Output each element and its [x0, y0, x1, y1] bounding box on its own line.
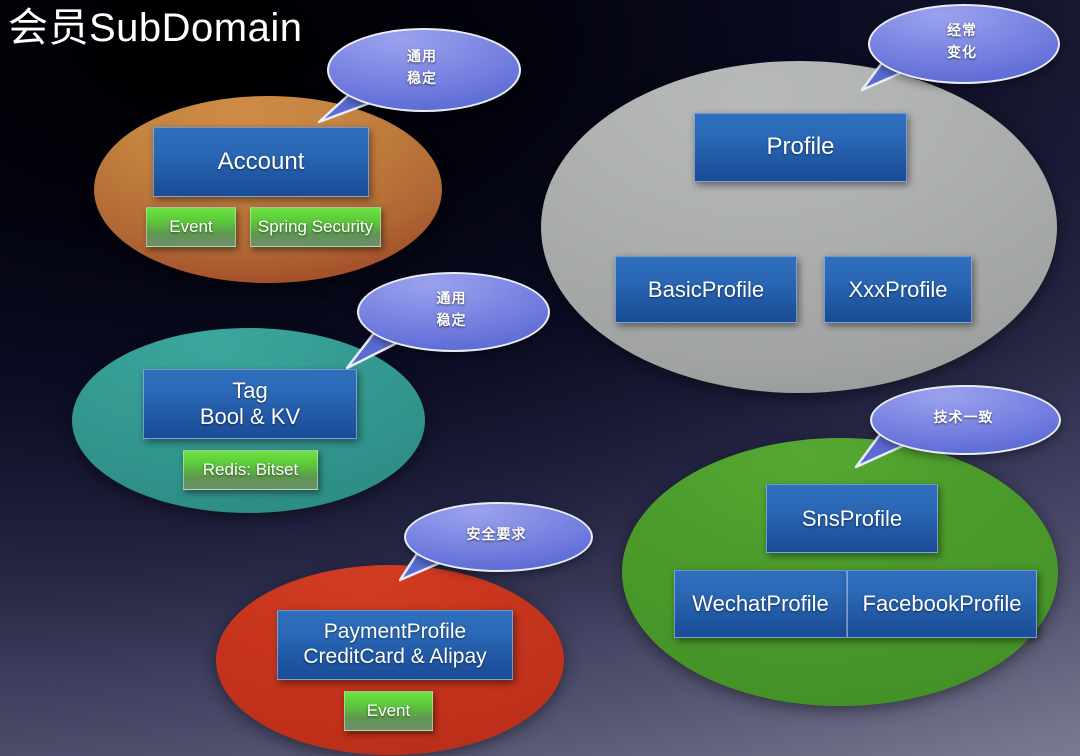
box-basic-profile[interactable]: BasicProfile	[615, 256, 797, 323]
box-payment-line1: PaymentProfile	[323, 620, 467, 644]
callout-profile-text: 经常 变化	[868, 4, 1056, 80]
box-profile[interactable]: Profile	[694, 113, 907, 182]
callout-tag-line2: 稳定	[436, 312, 467, 328]
box-payment-event[interactable]: Event	[344, 691, 433, 731]
callout-account-line2: 稳定	[407, 70, 437, 86]
page-title: 会员SubDomain	[8, 6, 303, 50]
callout-tag-line1: 通用	[436, 290, 467, 307]
callout-account[interactable]: 通用 稳定	[317, 28, 521, 124]
callout-account-text: 通用 稳定	[327, 28, 517, 108]
box-payment-line2: CreditCard & Alipay	[303, 645, 487, 668]
box-account-event[interactable]: Event	[146, 207, 236, 247]
box-facebook-profile[interactable]: FacebookProfile	[847, 570, 1037, 638]
callout-payment[interactable]: 安全要求	[398, 502, 593, 582]
slide-canvas: 会员SubDomain Account Event Spring Securit…	[0, 0, 1080, 756]
callout-payment-text: 安全要求	[404, 502, 589, 568]
callout-account-line1: 通用	[407, 48, 437, 65]
box-payment-profile[interactable]: PaymentProfile CreditCard & Alipay	[277, 610, 513, 680]
box-wechat-profile[interactable]: WechatProfile	[674, 570, 847, 638]
callout-profile[interactable]: 经常 变化	[860, 4, 1060, 92]
callout-sns-text: 技术一致	[870, 385, 1057, 451]
box-tag-line1: Tag	[232, 378, 268, 404]
box-account-spring-security[interactable]: Spring Security	[250, 207, 381, 247]
callout-payment-line1: 安全要求	[466, 526, 527, 543]
box-tag-line2: Bool & KV	[199, 404, 301, 429]
callout-sns[interactable]: 技术一致	[854, 385, 1061, 469]
box-redis-bitset[interactable]: Redis: Bitset	[183, 450, 318, 490]
callout-sns-line1: 技术一致	[933, 409, 994, 426]
callout-profile-line2: 变化	[947, 44, 977, 60]
callout-profile-line1: 经常	[947, 22, 977, 39]
box-tag[interactable]: Tag Bool & KV	[143, 369, 357, 439]
callout-tag[interactable]: 通用 稳定	[345, 272, 550, 370]
callout-tag-text: 通用 稳定	[357, 272, 546, 348]
box-xxx-profile[interactable]: XxxProfile	[824, 256, 972, 323]
